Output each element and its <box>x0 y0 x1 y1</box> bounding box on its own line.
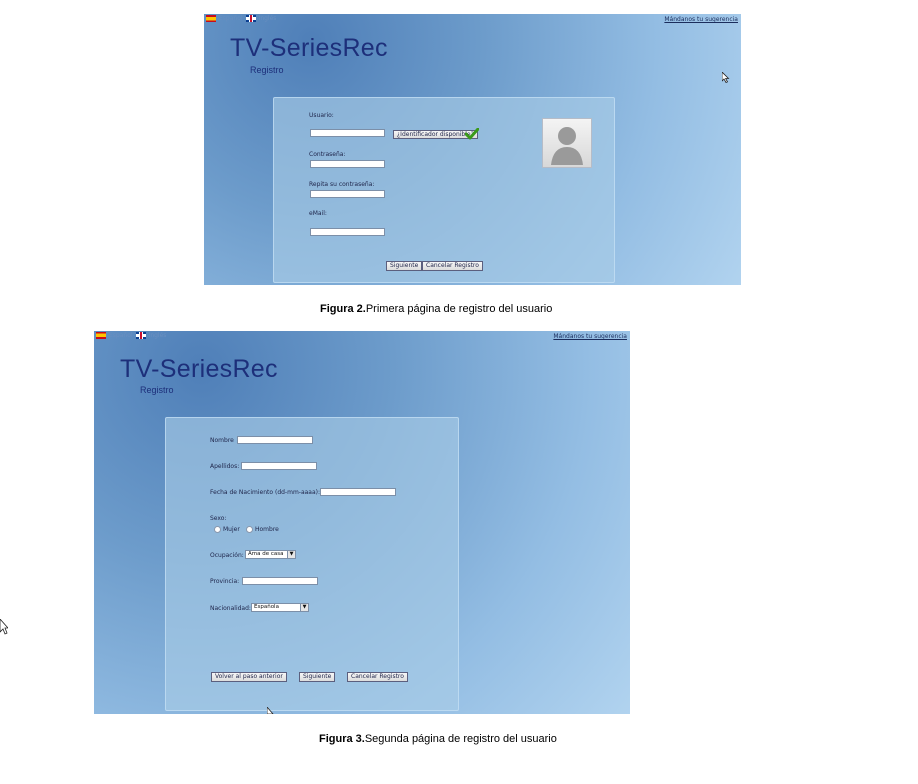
spain-flag-icon[interactable] <box>96 332 106 339</box>
repeat-password-label: Repita su contraseña: <box>309 181 375 188</box>
name-input[interactable] <box>237 436 313 444</box>
dropdown-arrow-icon[interactable]: ▼ <box>300 604 308 611</box>
nationality-label: Nacionalidad: <box>210 605 251 612</box>
male-radio[interactable] <box>246 526 253 533</box>
repeat-password-input[interactable] <box>310 190 385 198</box>
suggestion-link[interactable]: Mándanos tu sugerencia <box>553 333 627 340</box>
lang-english-link[interactable]: Inglés <box>259 15 277 22</box>
mouse-cursor-icon <box>0 619 8 635</box>
next-button[interactable]: Siguiente <box>299 672 336 682</box>
lang-spanish-link[interactable]: Español <box>109 332 133 339</box>
figure3-caption-number: Figura 3. <box>319 733 365 745</box>
language-bar: Español Inglés <box>206 15 276 22</box>
male-label: Hombre <box>255 526 279 533</box>
mouse-cursor-icon <box>722 72 730 83</box>
user-input[interactable] <box>310 129 385 137</box>
app-title: TV-SeriesRec <box>120 355 278 383</box>
back-button[interactable]: Volver al paso anterior <box>211 672 287 682</box>
figure3-caption: Figura 3.Segunda página de registro del … <box>319 733 557 745</box>
next-button[interactable]: Siguiente <box>386 261 423 271</box>
figure2-caption: Figura 2.Primera página de registro del … <box>320 303 552 315</box>
email-input[interactable] <box>310 228 385 236</box>
mouse-cursor-icon <box>267 707 274 714</box>
email-label: eMail: <box>309 210 327 217</box>
registration-form-panel: Nombre Apellidos: Fecha de Nacimiento (d… <box>165 417 459 711</box>
birthdate-input[interactable] <box>320 488 396 496</box>
surname-label: Apellidos: <box>210 463 240 470</box>
figure3-caption-text: Segunda página de registro del usuario <box>364 733 557 745</box>
password-input[interactable] <box>310 160 385 168</box>
sex-label: Sexo: <box>210 515 227 522</box>
cancel-registration-button[interactable]: Cancelar Registro <box>422 261 483 271</box>
registration-screen-step2: Español Inglés Mándanos tu sugerencia TV… <box>94 331 630 714</box>
nationality-select[interactable]: Española ▼ <box>251 603 309 612</box>
occupation-select[interactable]: Ama de casa ▼ <box>245 550 296 559</box>
birthdate-label: Fecha de Nacimiento (dd-mm-aaaa): <box>210 489 321 496</box>
lang-spanish-link[interactable]: Español <box>219 15 243 22</box>
female-label: Mujer <box>223 526 240 533</box>
occupation-label: Ocupación: <box>210 552 244 559</box>
password-label: Contraseña: <box>309 151 346 158</box>
uk-flag-icon[interactable] <box>245 15 256 22</box>
uk-flag-icon[interactable] <box>135 332 146 339</box>
female-radio[interactable] <box>214 526 221 533</box>
nationality-selected-value: Española <box>254 604 279 610</box>
province-input[interactable] <box>242 577 318 585</box>
app-title: TV-SeriesRec <box>230 34 388 62</box>
user-label: Usuario: <box>309 112 334 119</box>
registration-screen-step1: Español Inglés Mándanos tu sugerencia TV… <box>204 14 741 285</box>
checkmark-icon <box>465 128 479 140</box>
app-subtitle: Registro <box>140 385 174 395</box>
user-avatar-icon <box>542 118 592 168</box>
spain-flag-icon[interactable] <box>206 15 216 22</box>
name-label: Nombre <box>210 437 234 444</box>
figure2-caption-number: Figura 2. <box>320 303 366 315</box>
occupation-selected-value: Ama de casa <box>248 551 284 557</box>
suggestion-link[interactable]: Mándanos tu sugerencia <box>664 16 738 23</box>
registration-form-panel: Usuario: ¿Identificador disponible? Cont… <box>273 97 615 283</box>
surname-input[interactable] <box>241 462 317 470</box>
language-bar: Español Inglés <box>96 332 166 339</box>
province-label: Provincia: <box>210 578 240 585</box>
lang-english-link[interactable]: Inglés <box>149 332 167 339</box>
app-subtitle: Registro <box>250 65 284 75</box>
figure2-caption-text: Primera página de registro del usuario <box>365 303 553 315</box>
cancel-registration-button[interactable]: Cancelar Registro <box>347 672 408 682</box>
dropdown-arrow-icon[interactable]: ▼ <box>287 551 295 558</box>
